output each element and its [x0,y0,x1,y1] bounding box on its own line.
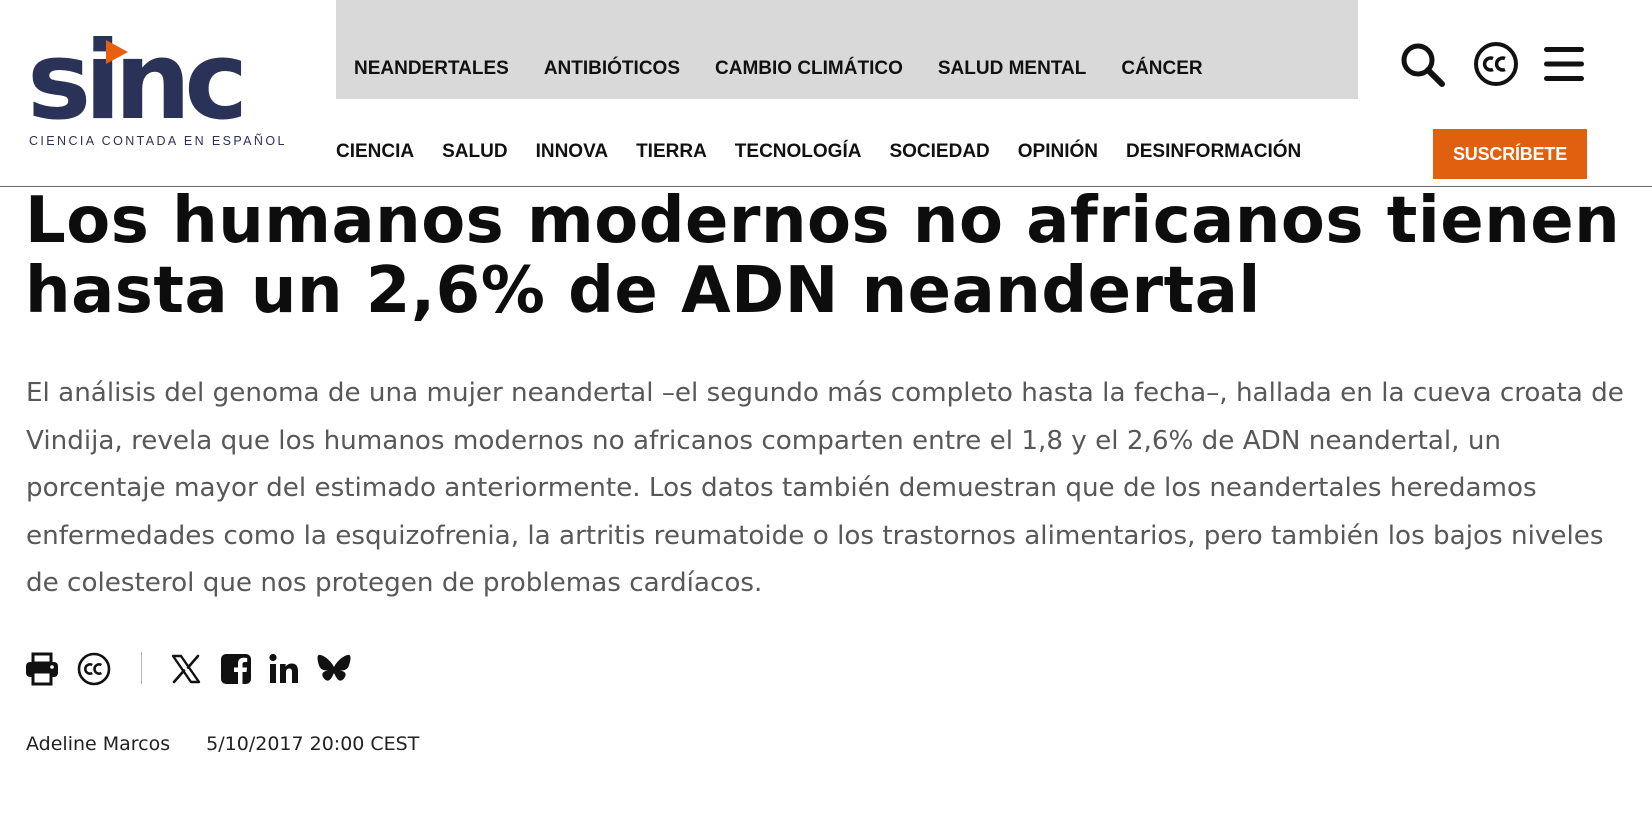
header-icons [1398,40,1598,88]
share-toolbar [24,648,384,688]
topic-link-antibioticos[interactable]: ANTIBIÓTICOS [544,58,680,80]
site-logo[interactable]: sinc CIENCIA CONTADA EN ESPAÑOL [27,19,284,152]
bluesky-icon[interactable] [316,651,352,687]
trending-topics-list: NEANDERTALES ANTIBIÓTICOS CAMBIO CLIMÁTI… [354,58,1203,80]
creative-commons-icon[interactable] [76,651,112,687]
article-author[interactable]: Adeline Marcos [26,733,170,755]
topic-link-cambio-climatico[interactable]: CAMBIO CLIMÁTICO [715,58,903,80]
topic-link-neandertales[interactable]: NEANDERTALES [354,58,509,80]
nav-item-sociedad[interactable]: SOCIEDAD [889,141,989,163]
subscribe-button[interactable]: SUSCRÍBETE [1433,129,1587,179]
creative-commons-icon[interactable] [1472,40,1520,88]
nav-item-tecnologia[interactable]: TECNOLOGÍA [735,141,862,163]
nav-item-ciencia[interactable]: CIENCIA [336,141,414,163]
article-byline: Adeline Marcos 5/10/2017 20:00 CEST [26,733,419,755]
site-header: sinc CIENCIA CONTADA EN ESPAÑOL NEANDERT… [0,0,1652,187]
nav-item-tierra[interactable]: TIERRA [636,141,707,163]
topic-link-cancer[interactable]: CÁNCER [1121,58,1202,80]
trending-topics-bar: NEANDERTALES ANTIBIÓTICOS CAMBIO CLIMÁTI… [336,0,1358,99]
topic-link-salud-mental[interactable]: SALUD MENTAL [938,58,1086,80]
menu-icon[interactable] [1540,40,1588,88]
logo-wordmark: sinc [27,19,248,144]
nav-item-opinion[interactable]: OPINIÓN [1018,141,1098,163]
facebook-icon[interactable] [218,651,254,687]
print-icon[interactable] [24,651,60,687]
article-date: 5/10/2017 20:00 CEST [206,733,420,755]
x-icon[interactable] [168,651,204,687]
logo-triangle-icon [106,40,128,64]
article-lead: El análisis del genoma de una mujer nean… [26,378,1624,599]
logo-tagline: CIENCIA CONTADA EN ESPAÑOL [29,134,287,148]
article-headline: Los humanos modernos no africanos tienen… [25,184,1621,328]
search-icon[interactable] [1398,40,1446,88]
nav-item-innova[interactable]: INNOVA [536,141,608,163]
nav-item-salud[interactable]: SALUD [442,141,507,163]
share-divider [141,652,142,684]
linkedin-icon[interactable] [266,651,302,687]
main-navigation: CIENCIA SALUD INNOVA TIERRA TECNOLOGÍA S… [336,141,1301,163]
nav-item-desinformacion[interactable]: DESINFORMACIÓN [1126,141,1301,163]
